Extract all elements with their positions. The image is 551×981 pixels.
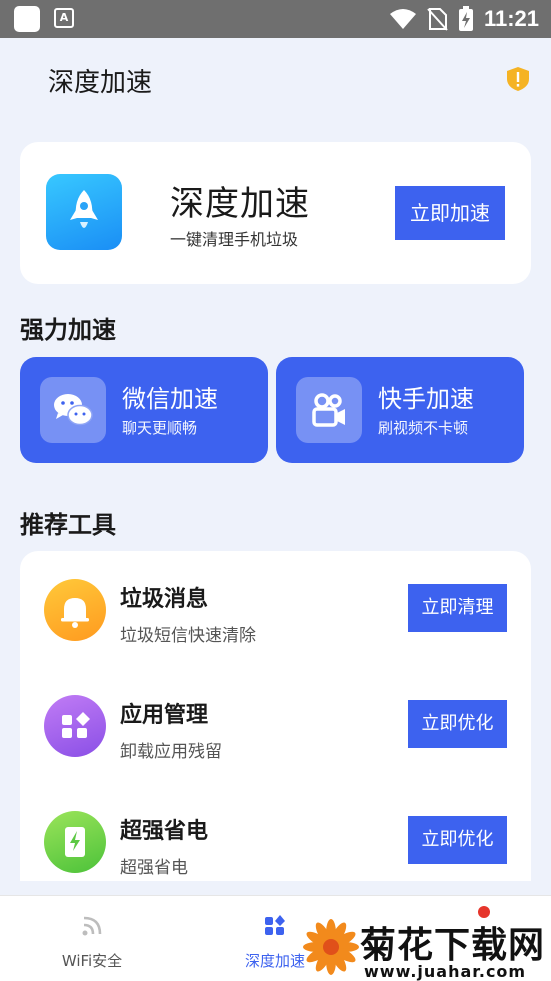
app-notification-icon: A	[54, 8, 74, 28]
apps-icon	[44, 695, 106, 757]
optimize-now-button[interactable]: 立即优化	[408, 700, 507, 748]
kuaishou-boost-title: 快手加速	[378, 385, 474, 413]
power-section-title: 强力加速	[20, 316, 116, 344]
clean-now-button[interactable]: 立即清理	[408, 584, 507, 632]
page-title: 深度加速	[48, 68, 153, 98]
status-bar: A 11:21	[0, 0, 551, 38]
list-item: 应用管理 卸载应用残留 立即优化	[20, 695, 531, 795]
watermark: 菊花下载网 www.juahar.com	[300, 910, 551, 981]
tools-card: 垃圾消息 垃圾短信快速清除 立即清理 应用管理 卸载应用残留 立即优化 超强省电…	[20, 551, 531, 881]
wifi-signal-icon	[389, 9, 416, 29]
bell-icon	[44, 579, 106, 641]
hero-title: 深度加速	[170, 184, 310, 224]
wechat-boost-card[interactable]: 微信加速 聊天更顺畅	[20, 357, 268, 463]
tool-title: 超强省电	[120, 819, 209, 844]
shield-warning-icon[interactable]	[506, 66, 530, 92]
accelerate-now-button[interactable]: 立即加速	[395, 186, 505, 240]
flower-logo-icon	[303, 919, 359, 975]
battery-charging-icon	[458, 6, 473, 31]
kuaishou-boost-card[interactable]: 快手加速 刷视频不卡顿	[276, 357, 524, 463]
watermark-title: 菊花下载网	[360, 925, 546, 966]
rocket-icon	[46, 174, 122, 250]
tool-title: 垃圾消息	[120, 587, 209, 612]
wifi-icon	[82, 916, 102, 936]
no-sim-icon	[427, 8, 448, 31]
nav-label: WiFi安全	[61, 952, 123, 970]
grid-icon	[265, 915, 285, 935]
watermark-url: www.juahar.com	[364, 962, 527, 981]
wechat-boost-title: 微信加速	[122, 385, 218, 413]
wechat-icon	[40, 377, 106, 443]
tool-subtitle: 超强省电	[120, 858, 188, 878]
status-icons: 11:21	[389, 0, 539, 38]
tools-section-title: 推荐工具	[20, 511, 116, 539]
tool-subtitle: 卸载应用残留	[120, 742, 222, 762]
notification-icon	[14, 6, 40, 32]
tool-subtitle: 垃圾短信快速清除	[120, 626, 256, 646]
battery-icon	[44, 811, 106, 873]
hero-subtitle: 一键清理手机垃圾	[170, 230, 299, 249]
wechat-boost-subtitle: 聊天更顺畅	[122, 419, 198, 437]
kuaishou-icon	[296, 377, 362, 443]
optimize-now-button[interactable]: 立即优化	[408, 816, 507, 864]
kuaishou-boost-subtitle: 刷视频不卡顿	[378, 419, 469, 437]
hero-card: 深度加速 一键清理手机垃圾 立即加速	[20, 142, 531, 284]
tool-title: 应用管理	[120, 703, 209, 728]
nav-item-wifi-security[interactable]: WiFi安全	[32, 896, 152, 981]
status-time: 11:21	[483, 6, 539, 31]
list-item: 垃圾消息 垃圾短信快速清除 立即清理	[20, 579, 531, 679]
